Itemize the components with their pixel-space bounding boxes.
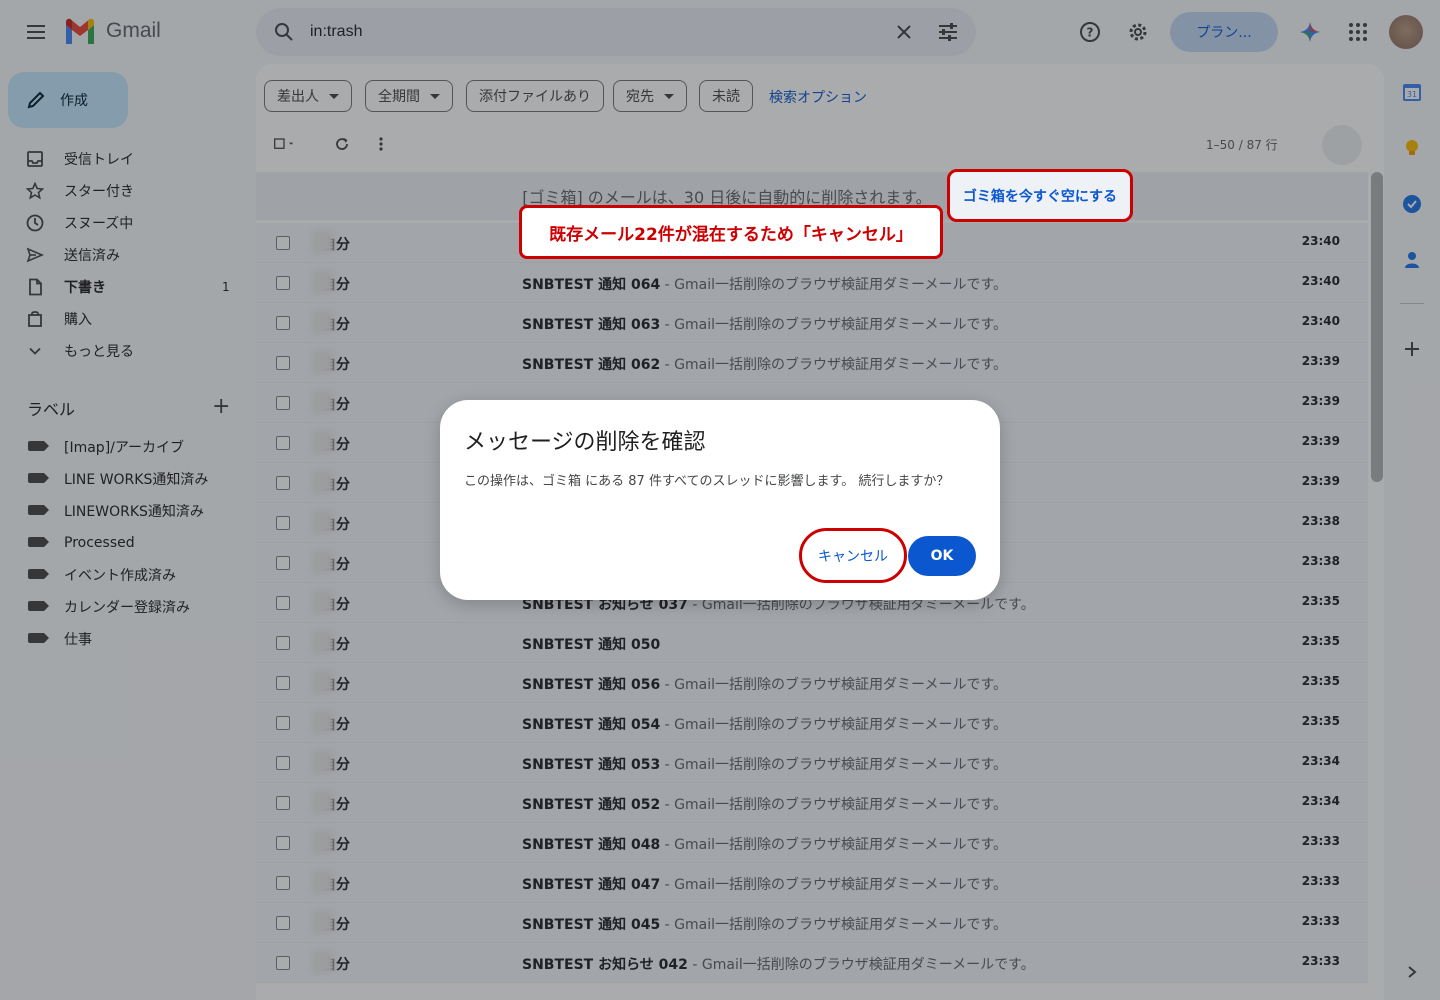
ok-button[interactable]: OK: [908, 536, 976, 576]
dialog-title: メッセージの削除を確認: [464, 430, 706, 455]
dialog-body: この操作は、ゴミ箱 にある 87 件すべてのスレッドに影響します。 続行しますか…: [464, 474, 950, 489]
cancel-button[interactable]: キャンセル: [799, 528, 907, 583]
annotation-label: 既存メール22件が混在するため「キャンセル」: [519, 205, 943, 259]
empty-trash-label: ゴミ箱を今すぐ空にする: [962, 188, 1118, 205]
confirm-delete-dialog: メッセージの削除を確認 この操作は、ゴミ箱 にある 87 件すべてのスレッドに影…: [440, 400, 1000, 600]
empty-trash-button[interactable]: ゴミ箱を今すぐ空にする: [947, 169, 1133, 222]
